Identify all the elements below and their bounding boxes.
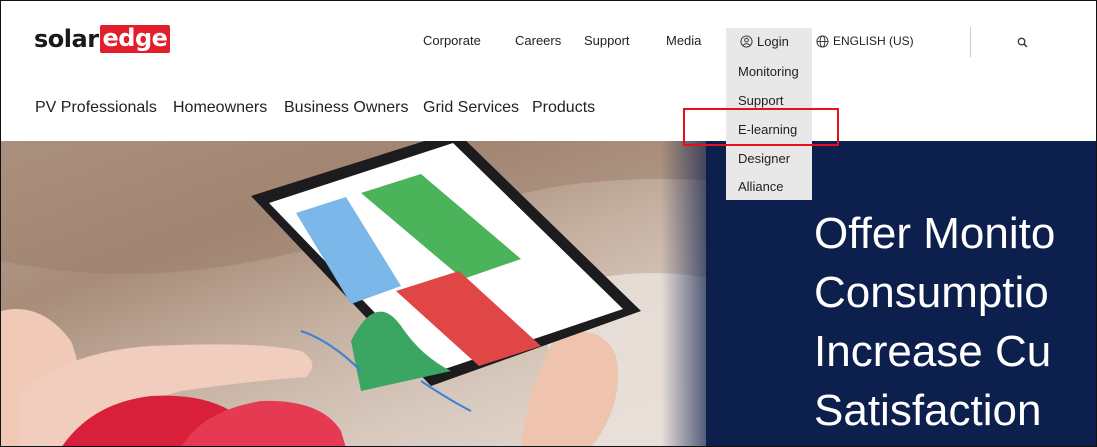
hero-banner: Offer Monito Consumptio Increase Cu Sati…: [1, 141, 1096, 446]
menu-item-support[interactable]: Support: [738, 93, 784, 108]
login-label: Login: [757, 34, 789, 49]
solaredge-logo[interactable]: solar edge: [34, 25, 171, 53]
hero-line-3: Increase Cu: [814, 327, 1052, 376]
nav-media[interactable]: Media: [666, 33, 701, 48]
globe-icon: [816, 34, 829, 48]
menu-item-designer[interactable]: Designer: [738, 151, 790, 166]
nav-homeowners[interactable]: Homeowners: [173, 99, 267, 117]
language-selector[interactable]: ENGLISH (US): [816, 34, 914, 48]
hero-fade: [661, 141, 721, 446]
browser-frame: solar edge Corporate Careers Support Medi…: [0, 0, 1097, 447]
search-icon: [1017, 37, 1028, 48]
nav-pv-professionals[interactable]: PV Professionals: [35, 99, 157, 117]
nav-careers[interactable]: Careers: [515, 33, 561, 48]
nav-support[interactable]: Support: [584, 33, 630, 48]
search-button[interactable]: [1017, 35, 1028, 53]
hero-line-2: Consumptio: [814, 268, 1049, 317]
logo-edge: edge: [99, 25, 171, 53]
language-label: ENGLISH (US): [833, 34, 914, 48]
hero-headline: Offer Monito Consumptio Increase Cu Sati…: [814, 204, 1055, 440]
login-button[interactable]: Login: [740, 34, 789, 49]
nav-products[interactable]: Products: [532, 99, 595, 117]
e-learning-highlight-box: [683, 108, 839, 146]
hero-line-4: Satisfaction: [814, 386, 1042, 435]
menu-item-monitoring[interactable]: Monitoring: [738, 64, 799, 79]
menu-item-alliance[interactable]: Alliance: [738, 179, 784, 194]
hero-photo: [1, 141, 721, 446]
nav-corporate[interactable]: Corporate: [423, 33, 481, 48]
nav-divider: [970, 27, 971, 57]
user-circle-icon: [740, 35, 753, 48]
hero-line-1: Offer Monito: [814, 209, 1056, 258]
hero-illustration: [1, 141, 721, 446]
logo-solar: solar: [34, 25, 99, 53]
nav-grid-services[interactable]: Grid Services: [423, 99, 519, 117]
nav-business-owners[interactable]: Business Owners: [284, 99, 409, 117]
